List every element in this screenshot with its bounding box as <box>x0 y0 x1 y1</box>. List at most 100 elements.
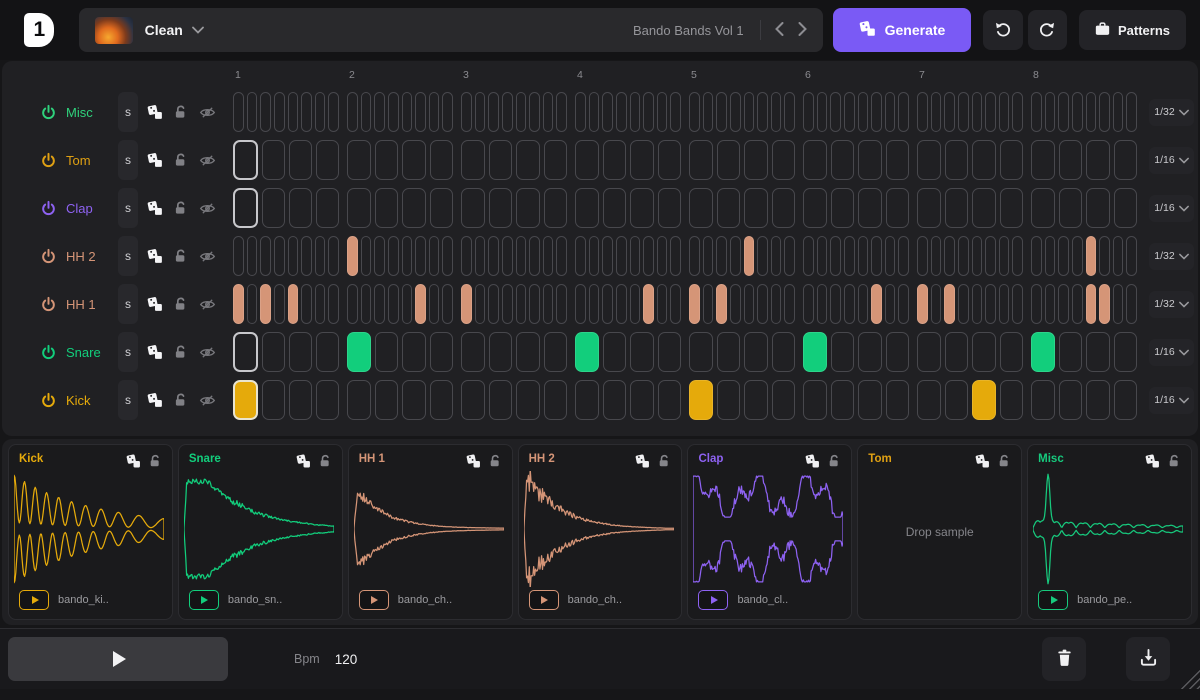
step-cell[interactable] <box>717 188 741 228</box>
step-cell[interactable] <box>658 380 682 420</box>
step-cell[interactable] <box>529 284 540 324</box>
step-cell[interactable] <box>858 236 869 276</box>
power-icon[interactable] <box>40 200 57 217</box>
pad-play-button[interactable] <box>19 590 49 610</box>
step-cell[interactable] <box>489 188 513 228</box>
step-cell[interactable] <box>803 92 814 132</box>
step-cell[interactable] <box>233 188 258 228</box>
step-cell[interactable] <box>402 140 426 180</box>
step-cell[interactable] <box>717 140 741 180</box>
step-cell[interactable] <box>575 188 599 228</box>
step-cell[interactable] <box>803 188 827 228</box>
step-cell[interactable] <box>630 332 654 372</box>
eye-icon[interactable] <box>199 248 216 265</box>
step-cell[interactable] <box>771 236 782 276</box>
step-cell[interactable] <box>589 236 600 276</box>
step-cell[interactable] <box>1086 188 1110 228</box>
step-cell[interactable] <box>1126 92 1137 132</box>
lock-open-icon[interactable] <box>488 453 503 468</box>
step-cell[interactable] <box>972 140 996 180</box>
step-cell[interactable] <box>274 236 285 276</box>
lock-open-icon[interactable] <box>827 453 842 468</box>
step-cell[interactable] <box>315 284 326 324</box>
kit-thumbnail[interactable] <box>95 17 133 44</box>
step-cell[interactable] <box>1086 92 1097 132</box>
step-cell[interactable] <box>461 380 485 420</box>
step-cell[interactable] <box>703 284 714 324</box>
step-cell[interactable] <box>844 236 855 276</box>
step-cell[interactable] <box>670 236 681 276</box>
step-cell[interactable] <box>288 284 299 324</box>
step-cell[interactable] <box>388 236 399 276</box>
step-cell[interactable] <box>1000 380 1024 420</box>
step-cell[interactable] <box>831 188 855 228</box>
step-cell[interactable] <box>429 92 440 132</box>
step-cell[interactable] <box>817 284 828 324</box>
step-cell[interactable] <box>262 332 285 372</box>
step-cell[interactable] <box>315 92 326 132</box>
step-cell[interactable] <box>670 284 681 324</box>
step-cell[interactable] <box>917 380 941 420</box>
step-cell[interactable] <box>972 332 996 372</box>
step-cell[interactable] <box>603 140 627 180</box>
step-cell[interactable] <box>985 284 996 324</box>
step-cell[interactable] <box>316 380 339 420</box>
sample-pad-misc[interactable]: Miscbando_pe.. <box>1027 444 1192 620</box>
step-cell[interactable] <box>502 92 513 132</box>
step-cell[interactable] <box>347 284 358 324</box>
sample-pad-snare[interactable]: Snarebando_sn.. <box>178 444 343 620</box>
step-cell[interactable] <box>1059 380 1083 420</box>
step-cell[interactable] <box>630 380 654 420</box>
power-icon[interactable] <box>40 392 57 409</box>
step-cell[interactable] <box>516 140 540 180</box>
power-icon[interactable] <box>40 104 57 121</box>
step-cell[interactable] <box>858 92 869 132</box>
step-cell[interactable] <box>475 236 486 276</box>
step-cell[interactable] <box>917 188 941 228</box>
lock-open-icon[interactable] <box>173 296 190 313</box>
step-cell[interactable] <box>803 236 814 276</box>
sample-pad-clap[interactable]: Clapbando_cl.. <box>687 444 852 620</box>
step-cell[interactable] <box>945 188 969 228</box>
lock-open-icon[interactable] <box>173 392 190 409</box>
step-cell[interactable] <box>489 332 513 372</box>
step-cell[interactable] <box>502 284 513 324</box>
step-cell[interactable] <box>575 380 599 420</box>
step-cell[interactable] <box>830 284 841 324</box>
step-cell[interactable] <box>630 236 641 276</box>
lock-open-icon[interactable] <box>173 104 190 121</box>
step-cell[interactable] <box>516 332 540 372</box>
sample-pad-hh-1[interactable]: HH 1bando_ch.. <box>348 444 513 620</box>
step-cell[interactable] <box>430 188 454 228</box>
step-cell[interactable] <box>442 284 453 324</box>
step-cell[interactable] <box>301 284 312 324</box>
step-cell[interactable] <box>830 236 841 276</box>
step-cell[interactable] <box>944 236 955 276</box>
step-cell[interactable] <box>1012 236 1023 276</box>
step-cell[interactable] <box>347 380 371 420</box>
step-cell[interactable] <box>488 236 499 276</box>
step-cell[interactable] <box>516 284 527 324</box>
step-cell[interactable] <box>375 380 399 420</box>
step-cell[interactable] <box>772 188 796 228</box>
step-cell[interactable] <box>361 92 372 132</box>
step-cell[interactable] <box>885 92 896 132</box>
step-cell[interactable] <box>603 380 627 420</box>
step-cell[interactable] <box>233 140 258 180</box>
step-cell[interactable] <box>757 236 768 276</box>
step-cell[interactable] <box>858 332 882 372</box>
step-cell[interactable] <box>603 332 627 372</box>
step-cell[interactable] <box>803 332 827 372</box>
step-cell[interactable] <box>260 284 271 324</box>
lock-open-icon[interactable] <box>148 453 163 468</box>
dice-icon[interactable] <box>147 344 164 361</box>
step-cell[interactable] <box>972 236 983 276</box>
step-cell[interactable] <box>544 380 568 420</box>
dice-icon[interactable] <box>466 453 481 468</box>
dice-icon[interactable] <box>147 392 164 409</box>
step-cell[interactable] <box>544 332 568 372</box>
step-cell[interactable] <box>316 140 339 180</box>
step-cell[interactable] <box>744 380 768 420</box>
eye-icon[interactable] <box>199 152 216 169</box>
step-cell[interactable] <box>543 236 554 276</box>
